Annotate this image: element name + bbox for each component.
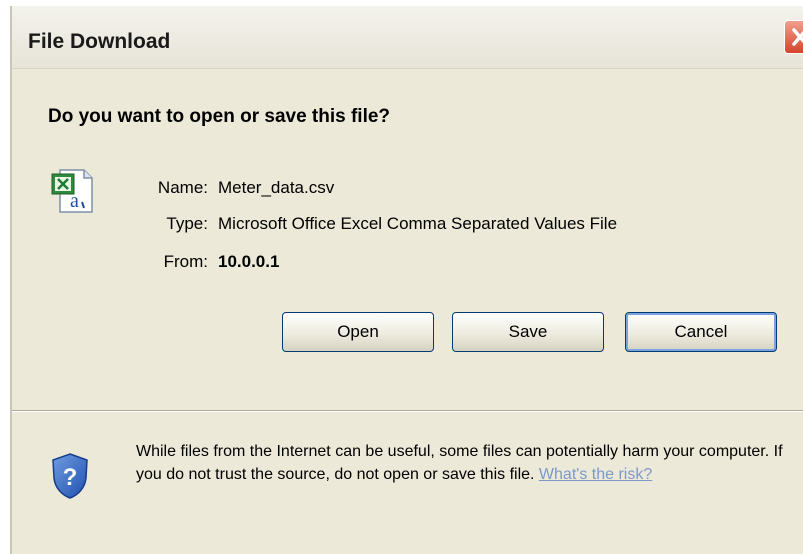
excel-csv-file-icon: a [51,169,93,213]
open-button[interactable]: Open [282,312,434,352]
save-button[interactable]: Save [452,312,604,352]
svg-text:a: a [70,190,79,212]
security-warning: While files from the Internet can be use… [136,440,786,486]
svg-text:?: ? [63,464,78,491]
dialog-title: File Download [28,30,171,53]
title-bar[interactable]: File Download [12,6,803,69]
divider [12,410,803,412]
close-button[interactable] [784,20,803,54]
cancel-button[interactable]: Cancel [625,312,777,352]
from-label: From: [163,252,208,271]
file-type-value: Microsoft Office Excel Comma Separated V… [218,214,618,233]
file-download-dialog: File Download Do you want to open or sav… [10,6,803,554]
close-icon [792,28,803,46]
security-shield-icon: ? [52,453,88,499]
warning-text: While files from the Internet can be use… [136,443,783,483]
dialog-question: Do you want to open or save this file? [48,106,391,127]
file-name-value: Meter_data.csv [218,178,335,197]
type-label: Type: [166,214,208,233]
name-label: Name: [157,178,208,197]
whats-the-risk-link[interactable]: What's the risk? [539,466,652,483]
file-from-value: 10.0.0.1 [218,252,280,271]
